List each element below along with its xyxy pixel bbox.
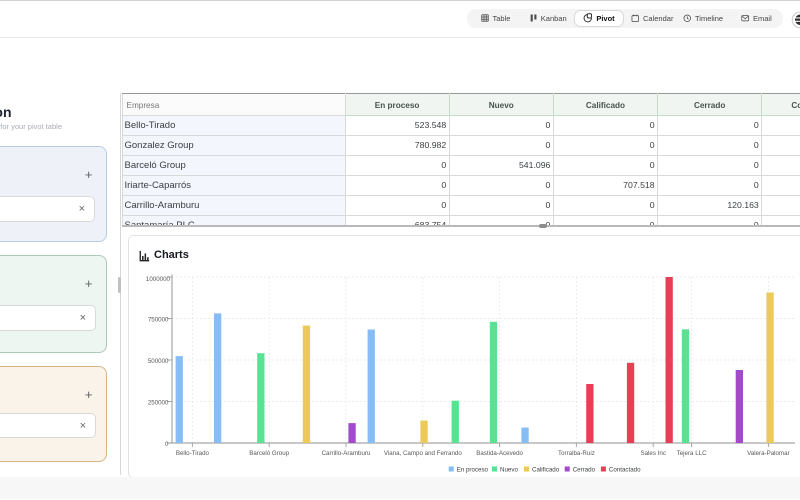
svg-text:Tejera LLC: Tejera LLC <box>677 450 707 457</box>
svg-text:Viana, Campo and Ferrando: Viana, Campo and Ferrando <box>384 450 463 457</box>
svg-text:En proceso: En proceso <box>457 466 489 473</box>
svg-text:Bastida-Acevedo: Bastida-Acevedo <box>476 450 523 457</box>
svg-text:Valera-Palomar: Valera-Palomar <box>747 450 790 457</box>
svg-text:0: 0 <box>165 441 169 448</box>
svg-text:Torralba-Ruiz: Torralba-Ruiz <box>558 450 595 457</box>
svg-text:Barceló Group: Barceló Group <box>249 450 289 457</box>
svg-text:500000: 500000 <box>148 358 169 365</box>
svg-text:Sales Inc: Sales Inc <box>640 450 665 457</box>
svg-text:750000: 750000 <box>148 316 169 323</box>
svg-text:Carrillo-Aramburu: Carrillo-Aramburu <box>322 450 371 457</box>
svg-text:Calificado: Calificado <box>532 466 560 473</box>
svg-text:Bello-Tirado: Bello-Tirado <box>176 450 210 457</box>
svg-text:Cerrado: Cerrado <box>573 466 596 473</box>
svg-text:Nuevo: Nuevo <box>500 466 518 473</box>
svg-text:Contactado: Contactado <box>609 466 641 473</box>
svg-text:1000000: 1000000 <box>146 276 171 283</box>
svg-text:250000: 250000 <box>148 399 169 406</box>
